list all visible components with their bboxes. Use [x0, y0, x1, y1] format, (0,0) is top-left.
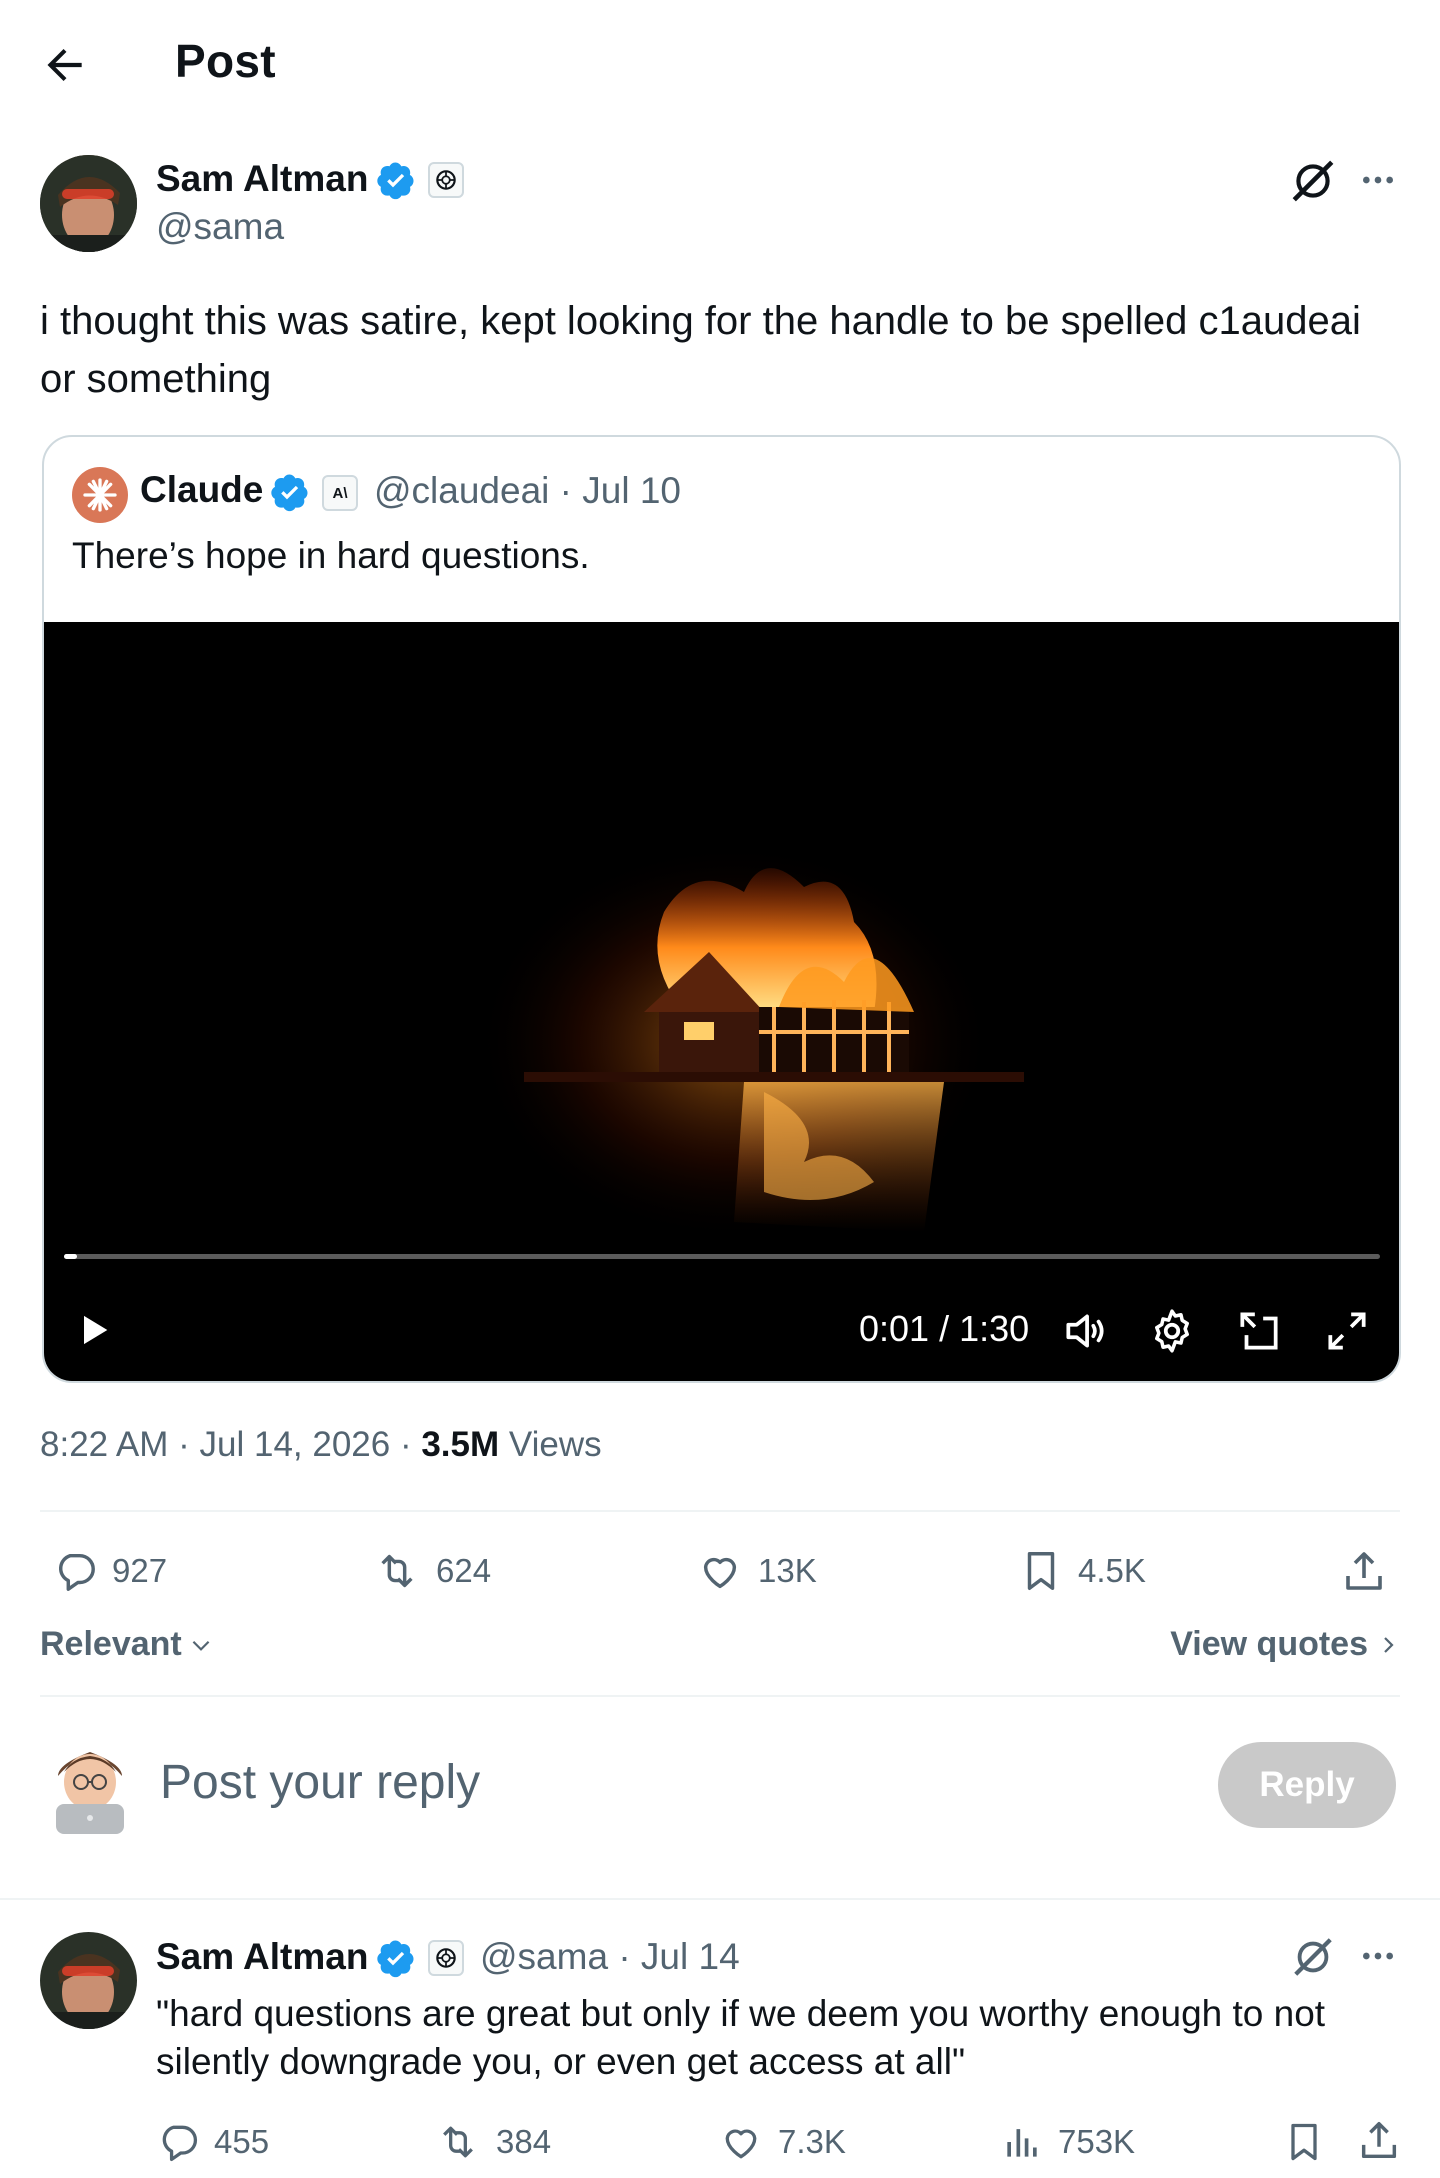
- quoted-post-meta[interactable]: @claudeai · Jul 10: [374, 470, 681, 512]
- quoted-author-name[interactable]: Claude: [140, 469, 263, 511]
- reply-more-options-icon[interactable]: [1358, 1936, 1398, 1976]
- video-progress-fill: [64, 1254, 78, 1259]
- back-arrow-icon[interactable]: [40, 40, 90, 90]
- reply-repost-action[interactable]: 384: [434, 2120, 551, 2164]
- reply-verified-badge-icon: [376, 1938, 416, 1978]
- reply-button[interactable]: Reply: [1218, 1742, 1396, 1828]
- verified-badge-icon: [376, 160, 416, 200]
- settings-gear-icon[interactable]: [1147, 1306, 1197, 1356]
- reply-input[interactable]: Post your reply: [160, 1755, 480, 1810]
- reply-reply-action[interactable]: 455: [156, 2120, 269, 2164]
- repost-icon: [443, 2126, 473, 2158]
- chevron-down-icon: [192, 1640, 210, 1651]
- page-title: Post: [175, 35, 276, 87]
- bookmark-action[interactable]: 4.5K: [1018, 1548, 1146, 1594]
- reply-views-count: 753K: [1058, 2123, 1136, 2160]
- reply-author-avatar[interactable]: [40, 1932, 137, 2029]
- divider: [40, 1695, 1400, 1697]
- divider: [40, 1510, 1400, 1512]
- reply-share-icon[interactable]: [1356, 2118, 1402, 2164]
- grok-icon[interactable]: [1288, 156, 1338, 206]
- like-count: 13K: [758, 1552, 817, 1589]
- openai-affiliate-icon[interactable]: [428, 162, 464, 198]
- post-text: i thought this was satire, kept looking …: [40, 299, 1361, 401]
- timestamp-text: 8:22 AM · Jul 14, 2026 ·: [40, 1425, 422, 1464]
- heart-icon: [703, 1557, 737, 1589]
- sort-label: Relevant: [40, 1625, 182, 1663]
- section-separator: [0, 1898, 1440, 1900]
- reply-icon: [58, 1553, 95, 1591]
- reply-openai-affiliate-icon[interactable]: [428, 1940, 464, 1976]
- sort-replies-dropdown[interactable]: Relevant: [40, 1625, 214, 1664]
- video-progress-track[interactable]: [64, 1254, 1380, 1259]
- bookmark-icon: [1027, 1552, 1055, 1590]
- repost-count: 624: [436, 1552, 492, 1589]
- reply-icon: [162, 2125, 198, 2162]
- share-icon[interactable]: [1340, 1548, 1388, 1596]
- reply-author-name[interactable]: Sam Altman: [156, 1936, 368, 1978]
- post-timestamp[interactable]: 8:22 AM · Jul 14, 2026 · 3.5M Views: [40, 1425, 602, 1465]
- reply-views-action[interactable]: 753K: [1000, 2120, 1135, 2164]
- quoted-verified-badge-icon: [270, 472, 310, 512]
- like-action[interactable]: 13K: [696, 1548, 817, 1594]
- reply-bookmark-icon[interactable]: [1282, 2120, 1326, 2164]
- video-frame-burning-house: [474, 842, 1024, 1242]
- video-time: 0:01 / 1:30: [859, 1308, 1030, 1349]
- reply-count: 927: [112, 1552, 168, 1589]
- author-avatar[interactable]: [40, 155, 137, 252]
- reply-meta[interactable]: @sama · Jul 14: [480, 1936, 740, 1978]
- views-label: Views: [499, 1425, 602, 1464]
- heart-icon: [725, 2129, 757, 2159]
- fullscreen-icon[interactable]: [1322, 1306, 1372, 1356]
- views-count: 3.5M: [421, 1425, 500, 1464]
- chevron-right-icon: [1384, 1636, 1394, 1653]
- author-name[interactable]: Sam Altman: [156, 158, 368, 200]
- reply-text: "hard questions are great but only if we…: [156, 1993, 1326, 2082]
- view-quotes-link[interactable]: View quotes: [1170, 1625, 1400, 1664]
- claude-logo-icon: [72, 467, 128, 523]
- play-icon[interactable]: [74, 1310, 114, 1350]
- reply-like-action[interactable]: 7.3K: [718, 2120, 846, 2164]
- quoted-post-text: There’s hope in hard questions.: [72, 535, 590, 576]
- video-player[interactable]: 0:01 / 1:30: [44, 622, 1399, 1381]
- picture-in-picture-icon[interactable]: [1234, 1306, 1284, 1356]
- more-options-icon[interactable]: [1358, 160, 1398, 200]
- reply-like-count: 7.3K: [778, 2123, 846, 2160]
- volume-icon[interactable]: [1060, 1306, 1110, 1356]
- my-avatar[interactable]: [48, 1738, 132, 1834]
- reply-grok-icon[interactable]: [1290, 1934, 1336, 1980]
- quoted-post-card[interactable]: Claude A\ @claudeai · Jul 10 There’s hop…: [42, 435, 1401, 1383]
- top-bar: Post: [0, 0, 1440, 130]
- anthropic-affiliate-badge[interactable]: A\: [322, 475, 358, 511]
- repost-action[interactable]: 624: [372, 1548, 491, 1594]
- reply-repost-count: 384: [496, 2123, 552, 2160]
- reply-action[interactable]: 927: [52, 1548, 167, 1594]
- view-quotes-label: View quotes: [1170, 1625, 1368, 1663]
- repost-icon: [381, 1554, 413, 1588]
- author-handle[interactable]: @sama: [156, 206, 284, 248]
- bookmark-count: 4.5K: [1078, 1552, 1146, 1589]
- views-chart-icon: [1007, 2129, 1037, 2157]
- reply-reply-count: 455: [214, 2123, 270, 2160]
